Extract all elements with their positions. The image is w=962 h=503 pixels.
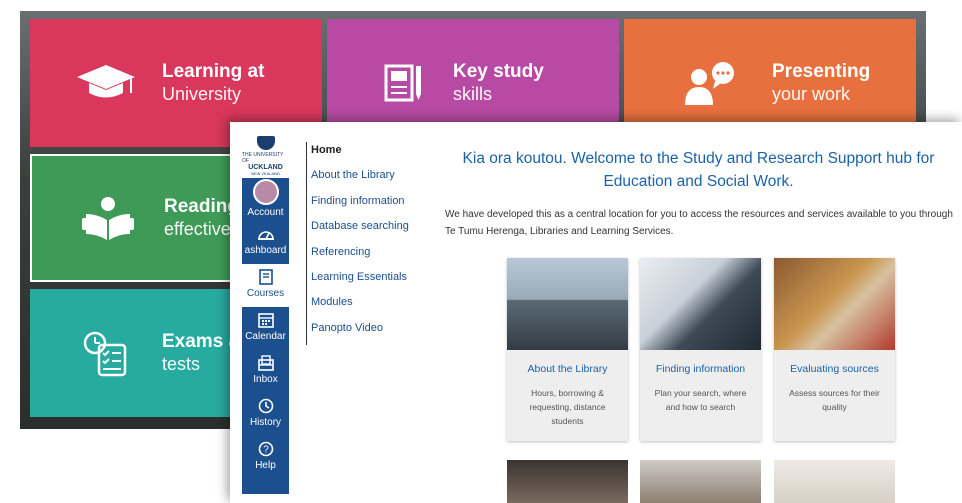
global-nav-calendar[interactable]: Calendar (242, 307, 289, 350)
global-nav-items: Account ashboard Courses Calendar Inbox … (242, 178, 289, 494)
desk-study-image (774, 258, 895, 350)
global-nav-label: Account (247, 207, 284, 218)
card-image-partial[interactable] (507, 460, 628, 503)
tile-title: Learning at (162, 61, 265, 82)
course-nav-panopto-video[interactable]: Panopto Video (311, 320, 431, 345)
timer-checklist-icon (70, 329, 142, 377)
reader-book-icon (72, 196, 144, 240)
course-nav-modules[interactable]: Modules (311, 294, 431, 319)
course-nav-database-searching[interactable]: Database searching (311, 218, 431, 243)
graduation-cap-icon (70, 63, 142, 103)
card-title: Finding information (655, 363, 746, 375)
global-nav-label: ashboard (244, 245, 287, 256)
tile-title: Presenting (772, 61, 871, 82)
avatar-icon (252, 179, 279, 205)
course-nav-learning-essentials[interactable]: Learning Essentials (311, 269, 431, 294)
card-description: Assess sources for their quality (789, 388, 880, 412)
course-navigation: Home About the Library Finding informati… (306, 142, 431, 346)
crest-icon (256, 136, 275, 150)
person-speech-icon (674, 61, 746, 105)
global-nav-help[interactable]: ? Help (242, 436, 289, 479)
course-page-screenshot: THE UNIVERSITY OF UCKLAND NEW ZEALAND Ac… (230, 122, 962, 503)
card-image-partial[interactable] (640, 460, 761, 503)
global-nav-dashboard[interactable]: ashboard (242, 221, 289, 264)
tile-title: Key study (453, 61, 544, 82)
university-logo[interactable]: THE UNIVERSITY OF UCKLAND NEW ZEALAND (242, 134, 289, 178)
card-finding-information[interactable]: Finding information Plan your search, wh… (640, 258, 761, 441)
tile-title: Exams a (162, 331, 240, 352)
course-nav-about-library[interactable]: About the Library (311, 167, 431, 192)
svg-text:?: ? (263, 445, 269, 456)
course-nav-referencing[interactable]: Referencing (311, 244, 431, 269)
intro-text: We have developed this as a central loca… (445, 209, 953, 237)
page-title: Kia ora koutou. Welcome to the Study and… (462, 150, 935, 190)
tile-subtitle: your work (772, 84, 851, 104)
global-nav-label: Courses (246, 288, 285, 299)
global-nav-label: History (249, 417, 282, 428)
card-image-partial[interactable] (774, 460, 895, 503)
inbox-icon (257, 354, 275, 372)
global-nav-inbox[interactable]: Inbox (242, 350, 289, 393)
card-title: About the Library (527, 363, 608, 375)
global-navigation: THE UNIVERSITY OF UCKLAND NEW ZEALAND Ac… (242, 134, 289, 494)
calendar-icon (257, 311, 275, 329)
tile-subtitle: skills (453, 84, 492, 104)
question-icon: ? (257, 440, 275, 458)
library-building-image (507, 258, 628, 350)
card-description: Plan your search, where and how to searc… (654, 388, 747, 412)
global-nav-history[interactable]: History (242, 393, 289, 436)
card-evaluating-sources[interactable]: Evaluating sources Assess sources for th… (774, 258, 895, 441)
tile-subtitle: tests (162, 354, 201, 374)
computer-user-image (640, 258, 761, 350)
dashboard-icon (257, 225, 275, 243)
global-nav-label: Calendar (245, 331, 286, 342)
clock-icon (257, 397, 275, 415)
logo-line: UCKLAND (248, 164, 283, 171)
global-nav-label: Help (255, 460, 276, 471)
course-nav-home[interactable]: Home (311, 142, 431, 167)
card-description: Hours, borrowing & requesting, distance … (529, 388, 606, 426)
book-icon (257, 268, 275, 286)
global-nav-account[interactable]: Account (242, 178, 289, 221)
notebook-pen-icon (367, 62, 439, 104)
global-nav-courses[interactable]: Courses (242, 264, 289, 307)
global-nav-label: Inbox (253, 374, 278, 385)
card-title: Evaluating sources (790, 363, 879, 375)
logo-line: THE UNIVERSITY OF (242, 152, 284, 164)
card-about-the-library[interactable]: About the Library Hours, borrowing & req… (507, 258, 628, 441)
tile-subtitle: University (162, 84, 242, 104)
course-nav-finding-information[interactable]: Finding information (311, 193, 431, 218)
logo-line: NEW ZEALAND (251, 171, 280, 176)
